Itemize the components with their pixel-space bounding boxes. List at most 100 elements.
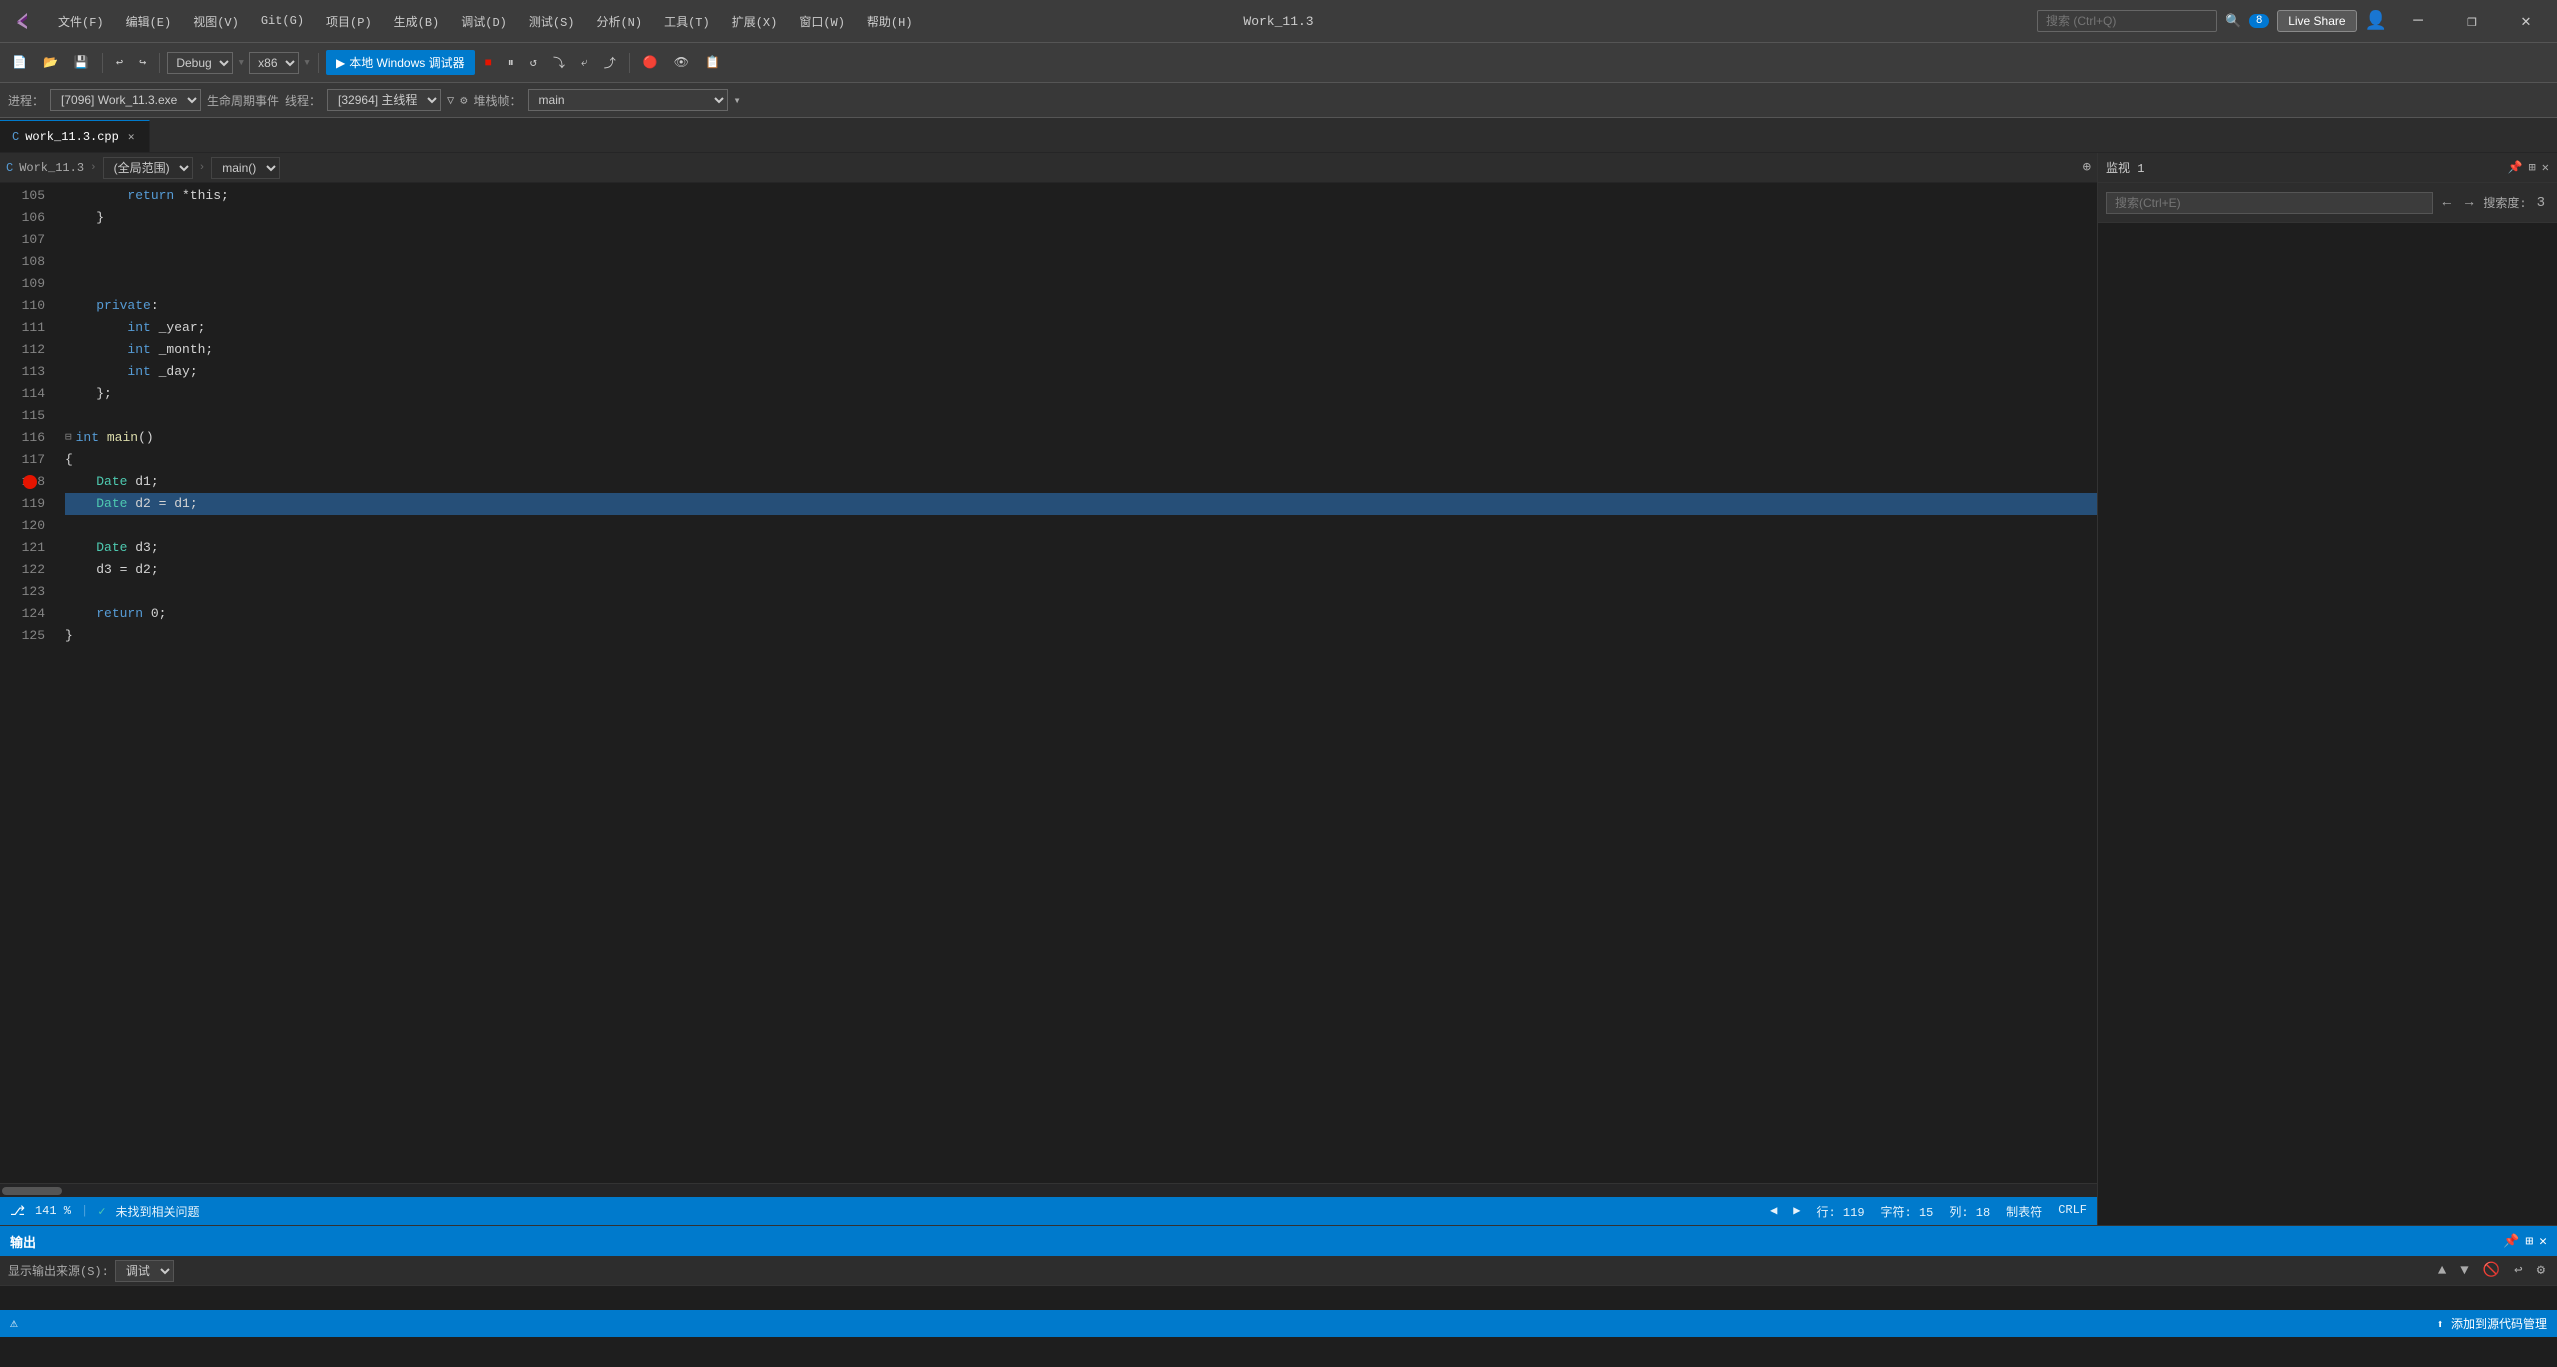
menu-extensions[interactable]: 扩展(X) [722,9,788,34]
code-line[interactable] [65,251,2097,273]
code-line[interactable]: Date d2 = d1; [65,493,2097,515]
code-content[interactable]: return *this; } private: int _year; int … [55,183,2097,1183]
breakpoints-btn[interactable]: 🔴 [637,52,664,73]
code-line[interactable]: int _month; [65,339,2097,361]
function-dropdown[interactable]: main() [211,157,280,179]
menu-edit[interactable]: 编辑(E) [116,9,182,34]
menu-git[interactable]: Git(G) [251,10,314,32]
filter-btn[interactable]: ⚙ [460,93,467,108]
menu-tools[interactable]: 工具(T) [654,9,720,34]
live-share-button[interactable]: Live Share [2277,10,2356,32]
run-button[interactable]: ▶ 本地 Windows 调试器 [326,50,475,75]
restart-btn[interactable]: ↺ [524,52,543,73]
scroll-left-btn[interactable]: ◀ [1770,1203,1777,1220]
code-line[interactable] [65,273,2097,295]
search-back-btn[interactable]: ← [2439,193,2455,213]
code-line[interactable]: Date d3; [65,537,2097,559]
debug-bar: 进程： [7096] Work_11.3.exe 生命周期事件 线程： [329… [0,83,2557,118]
code-line[interactable]: int _day; [65,361,2097,383]
code-line[interactable]: ⊟int main() [65,427,2097,449]
code-line[interactable]: d3 = d2; [65,559,2097,581]
cursor-col[interactable]: 字符: 15 [1881,1203,1934,1220]
output-scroll-down-btn[interactable]: ▼ [2456,1261,2472,1281]
output-wrap-btn[interactable]: ↩ [2510,1260,2526,1281]
menu-debug[interactable]: 调试(D) [451,9,517,34]
process-dropdown[interactable]: [7096] Work_11.3.exe [50,89,201,111]
scope-dropdown[interactable]: (全局范围) [103,157,193,179]
new-file-btn[interactable]: 📄 [6,52,33,73]
thread-dropdown[interactable]: [32964] 主线程 [327,89,441,111]
menu-window[interactable]: 窗口(W) [789,9,855,34]
code-line[interactable]: return *this; [65,185,2097,207]
output-source-select[interactable]: 调试 [115,1260,174,1282]
code-editor[interactable]: 1051061071081091101111121131141151161171… [0,183,2097,1183]
menu-help[interactable]: 帮助(H) [857,9,923,34]
menu-project[interactable]: 项目(P) [316,9,382,34]
code-line[interactable]: } [65,625,2097,647]
code-line[interactable]: { [65,449,2097,471]
open-folder-btn[interactable]: 📂 [37,52,64,73]
undo-btn[interactable]: ↩ [110,52,129,73]
redo-btn[interactable]: ↪ [133,52,152,73]
source-control-btn[interactable]: ⬆ 添加到源代码管理 [2437,1315,2547,1332]
menu-file[interactable]: 文件(F) [48,9,114,34]
output-clear-btn[interactable]: 🚫 [2479,1260,2504,1281]
code-line[interactable]: }; [65,383,2097,405]
watch-search-input[interactable] [2106,192,2433,214]
float-watch-btn[interactable]: ⊞ [2529,160,2536,175]
menu-build[interactable]: 生成(B) [384,9,450,34]
tab-close-btn[interactable]: ✕ [125,129,138,145]
restore-button[interactable]: ❐ [2449,0,2495,43]
stop-btn[interactable]: ■ [479,53,498,73]
menu-analyze[interactable]: 分析(N) [586,9,652,34]
debug-config-dropdown[interactable]: Debug [167,52,233,74]
code-line[interactable] [65,405,2097,427]
pin-output-btn[interactable]: 📌 [2503,1234,2519,1249]
code-line[interactable]: int _year; [65,317,2097,339]
pause-btn[interactable]: ⏸ [502,53,520,73]
output-settings-btn[interactable]: ⚙ [2533,1260,2549,1281]
encoding[interactable]: 制表符 [2006,1203,2042,1220]
code-line[interactable] [65,515,2097,537]
code-token [65,339,127,361]
code-line[interactable]: private: [65,295,2097,317]
callstack-btn[interactable]: 📋 [699,52,726,73]
line-number: 120 [0,515,45,537]
close-watch-btn[interactable]: ✕ [2542,160,2549,175]
code-line[interactable] [65,229,2097,251]
step-out-btn[interactable]: ⤴ [598,51,622,74]
tab-work11[interactable]: C work_11.3.cpp ✕ [0,120,150,152]
stackframe-dropdown[interactable]: main [528,89,728,111]
code-line[interactable]: } [65,207,2097,229]
menu-view[interactable]: 视图(V) [183,9,249,34]
zoom-level[interactable]: 141 % [35,1204,71,1218]
float-output-btn[interactable]: ⊞ [2525,1234,2533,1249]
global-search-input[interactable] [2037,10,2217,32]
save-icon: 💾 [74,55,89,70]
platform-dropdown[interactable]: x86 [249,52,299,74]
menu-test[interactable]: 测试(S) [519,9,585,34]
expand-editor-btn[interactable]: ⊕ [2083,159,2091,176]
code-line[interactable]: Date d1; [65,471,2097,493]
pin-watch-btn[interactable]: 📌 [2508,160,2523,175]
code-line[interactable]: return 0; [65,603,2097,625]
cursor-col-num[interactable]: 列: 18 [1949,1203,1990,1220]
code-line[interactable] [65,581,2097,603]
horizontal-scrollbar[interactable] [0,1183,2097,1197]
scroll-right-btn[interactable]: ▶ [1793,1203,1800,1220]
save-btn[interactable]: 💾 [68,52,95,73]
close-button[interactable]: ✕ [2503,0,2549,43]
line-ending[interactable]: CRLF [2058,1203,2087,1220]
minimize-button[interactable]: ─ [2395,0,2441,43]
step-over-btn[interactable]: ⤵ [547,51,571,74]
collapse-icon[interactable]: ⊟ [65,427,72,449]
output-scroll-up-btn[interactable]: ▲ [2434,1261,2450,1281]
watch-btn[interactable]: 👁 [668,52,695,73]
search-forward-btn[interactable]: → [2461,193,2477,213]
issues-count[interactable]: 未找到相关问题 [115,1203,199,1220]
close-output-btn[interactable]: ✕ [2539,1234,2547,1249]
step-into-btn[interactable]: ⤶ [575,53,594,73]
h-scroll-thumb[interactable] [2,1187,62,1195]
breadcrumb-file[interactable]: Work_11.3 [19,161,84,175]
cursor-line[interactable]: 行: 119 [1817,1203,1865,1220]
